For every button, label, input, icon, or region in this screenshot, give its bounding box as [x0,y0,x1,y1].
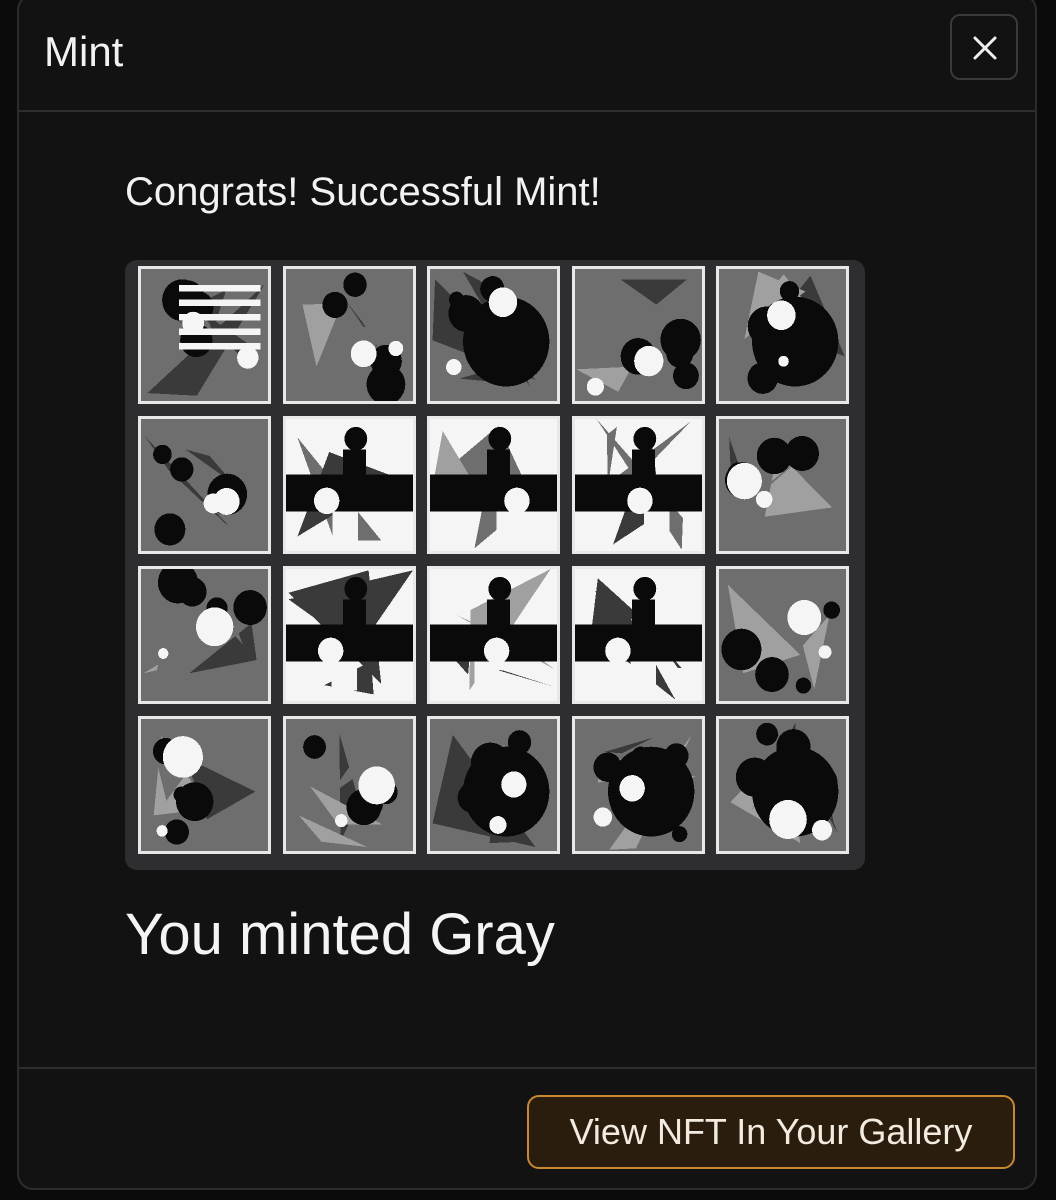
nft-tile [282,716,416,854]
modal-header: Mint [19,0,1035,112]
nft-tile [138,266,271,404]
nft-tile [716,266,849,404]
nft-tile [427,266,560,404]
congrats-message: Congrats! Successful Mint! [125,170,601,214]
nft-tile [716,416,849,554]
nft-tile [282,266,416,404]
nft-tile [571,566,705,704]
nft-tile [138,566,271,704]
view-in-gallery-button[interactable]: View NFT In Your Gallery [527,1095,1015,1169]
nft-tile [427,566,560,704]
footer-divider [19,1067,1035,1069]
nft-tile [716,716,849,854]
minted-message: You minted Gray [125,902,555,967]
mint-modal: Mint Congrats! Successful Mint! You mint… [17,0,1037,1190]
nft-tile [571,716,705,854]
nft-tile [427,416,560,554]
nft-tile [571,416,705,554]
nft-tile [138,416,271,554]
nft-image-grid [125,260,865,870]
nft-tile [571,266,705,404]
nft-tile [716,566,849,704]
close-icon [973,36,997,60]
nft-tile [427,716,560,854]
nft-tile [282,566,416,704]
modal-title: Mint [44,28,124,75]
nft-tile [138,716,271,854]
nft-tile [282,416,416,554]
close-button[interactable] [950,14,1018,80]
